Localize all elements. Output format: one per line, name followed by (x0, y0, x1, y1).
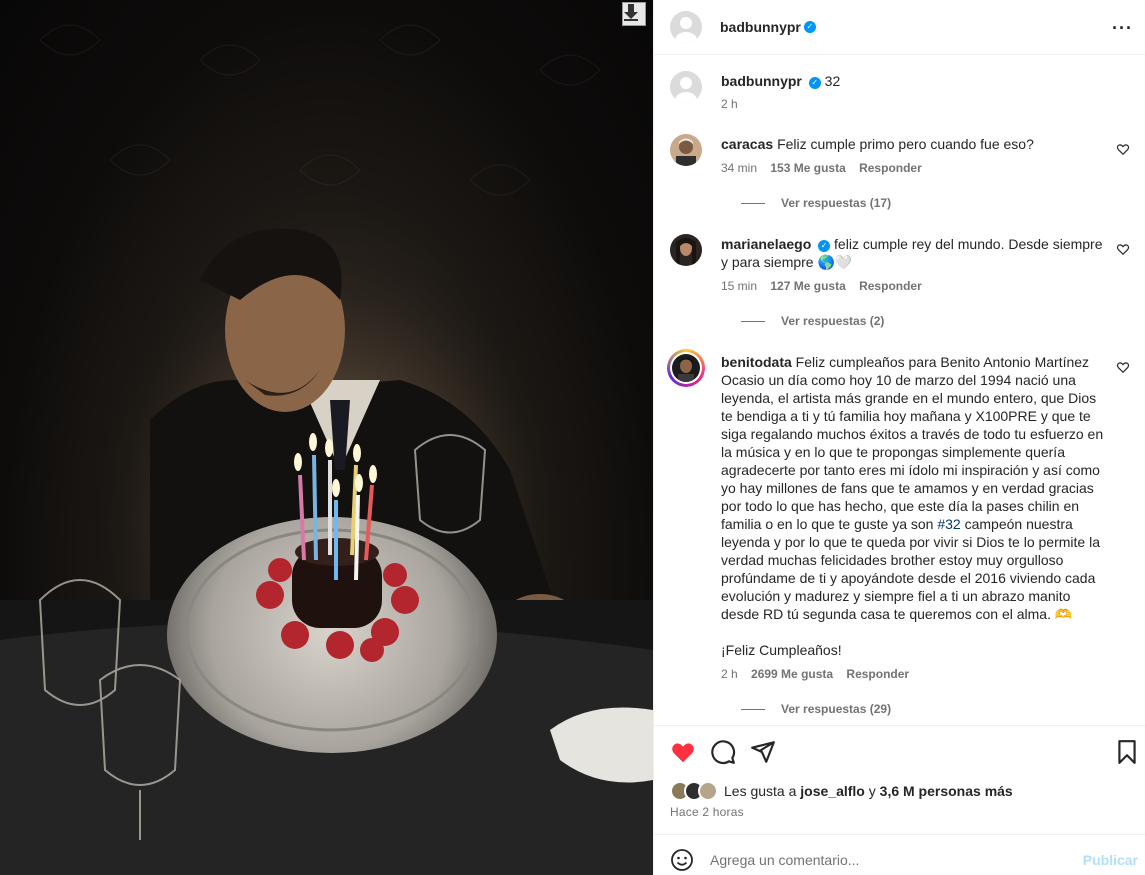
publish-button[interactable]: Publicar (1083, 852, 1138, 868)
author-username[interactable]: badbunnypr (720, 19, 801, 35)
view-replies-button[interactable]: Ver respuestas (2) (741, 314, 884, 328)
likes-summary[interactable]: Les gusta a jose_alflo y 3,6 M personas … (670, 781, 1013, 801)
comment-likes[interactable]: 2699 Me gusta (751, 667, 833, 681)
comment-text: Feliz cumpleaños para Benito Antonio Mar… (721, 354, 1104, 532)
post-actions: Les gusta a jose_alflo y 3,6 M personas … (654, 727, 1145, 834)
download-icon (624, 4, 638, 21)
post-timestamp: Hace 2 horas (670, 805, 744, 819)
author-avatar[interactable] (670, 11, 702, 43)
liker-username[interactable]: jose_alflo (800, 783, 865, 799)
avatar-image (676, 138, 696, 166)
caption-avatar[interactable] (670, 71, 702, 103)
view-replies-button[interactable]: Ver respuestas (17) (741, 196, 891, 210)
more-options-icon[interactable]: ··· (1112, 18, 1133, 39)
comment-input-bar: Publicar (654, 834, 1145, 875)
birthday-photo-illustration (0, 0, 653, 875)
commenter-avatar[interactable] (670, 134, 702, 166)
comment-input[interactable] (710, 845, 1070, 875)
commenter-avatar[interactable] (670, 234, 702, 266)
comment-text-line2: ¡Feliz Cumpleaños! (721, 642, 842, 658)
verified-badge-icon: ✓ (818, 240, 831, 252)
post-header: badbunnypr ✓ ··· (654, 0, 1145, 55)
liker-avatars (670, 781, 718, 801)
caption-text: 32 (824, 73, 841, 89)
comment-like-heart-icon[interactable] (1116, 360, 1130, 374)
commenter-avatar-story-ring[interactable] (667, 349, 705, 387)
reply-button[interactable]: Responder (859, 279, 922, 293)
commenter-username[interactable]: caracas (721, 136, 773, 152)
comment-time: 34 min (721, 161, 758, 175)
heart-filled-icon[interactable] (670, 739, 696, 765)
verified-badge-icon: ✓ (803, 21, 816, 33)
likes-prefix: Les gusta a (724, 783, 797, 799)
commenter-username[interactable]: marianelaego (721, 236, 811, 252)
bookmark-icon[interactable] (1114, 739, 1140, 765)
avatar-image (678, 358, 694, 382)
likes-count[interactable]: 3,6 M personas más (880, 783, 1013, 799)
reply-button[interactable]: Responder (859, 161, 922, 175)
comment-like-heart-icon[interactable] (1116, 242, 1130, 256)
avatar-image (676, 238, 696, 266)
commenter-username[interactable]: benitodata (721, 354, 792, 370)
comment-likes[interactable]: 127 Me gusta (770, 279, 845, 293)
comment-time: 2 h (721, 667, 738, 681)
comment-like-heart-icon[interactable] (1116, 142, 1130, 156)
download-button[interactable] (622, 2, 646, 26)
post-details-panel: badbunnypr ✓ ··· badbunnypr ✓ 32 2 h car… (653, 0, 1145, 875)
verified-badge-icon: ✓ (808, 77, 821, 89)
comment-likes[interactable]: 153 Me gusta (770, 161, 845, 175)
share-icon[interactable] (750, 739, 776, 765)
reply-button[interactable]: Responder (846, 667, 909, 681)
view-replies-button[interactable]: Ver respuestas (29) (741, 702, 891, 716)
liker-avatar (698, 781, 718, 801)
comment-text: Feliz cumple primo pero cuando fue eso? (777, 136, 1034, 152)
comments-section[interactable]: badbunnypr ✓ 32 2 h caracas Feliz cumple… (654, 55, 1145, 726)
comment-time: 15 min (721, 279, 758, 293)
comment-icon[interactable] (710, 739, 736, 765)
likes-connector: y (868, 783, 876, 799)
caption-time: 2 h (721, 97, 738, 111)
emoji-icon[interactable] (670, 848, 694, 872)
post-photo[interactable] (0, 0, 653, 875)
hashtag-link[interactable]: #32 (937, 516, 960, 532)
caption-username[interactable]: badbunnypr (721, 73, 802, 89)
